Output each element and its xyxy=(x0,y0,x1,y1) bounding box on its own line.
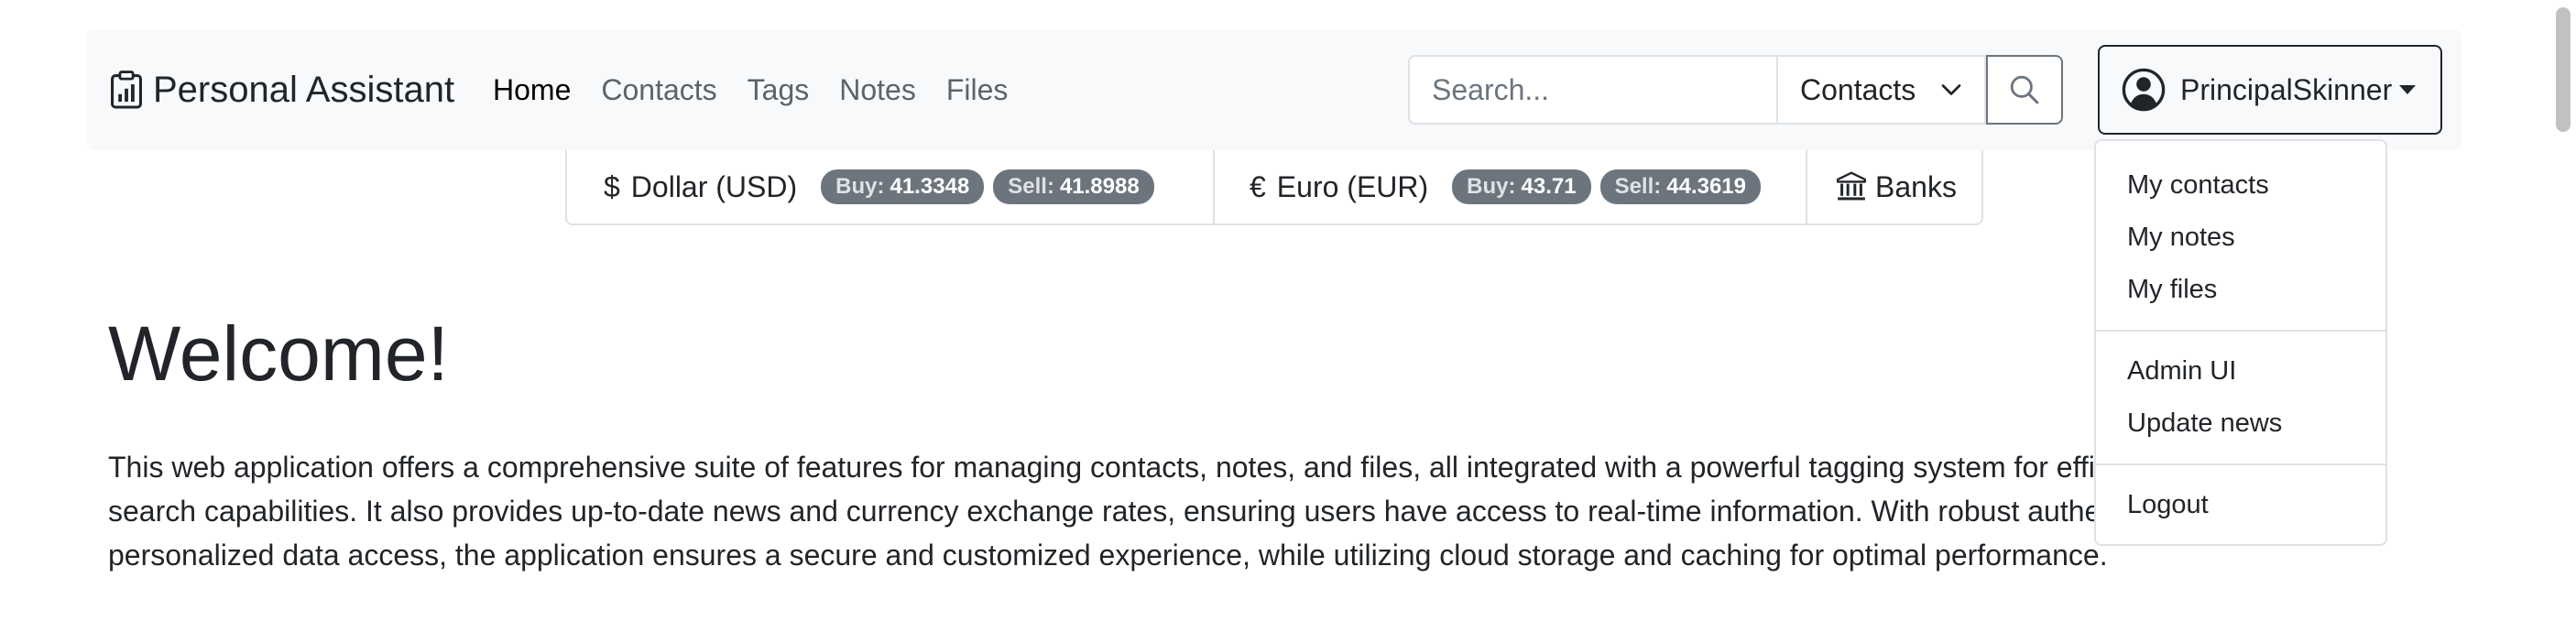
menu-item-my-files[interactable]: My files xyxy=(2096,264,2385,316)
sell-value: 41.8988 xyxy=(1059,174,1140,199)
banks-link[interactable]: Banks xyxy=(1806,150,1981,223)
brand[interactable]: Personal Assistant xyxy=(109,29,454,150)
bank-icon xyxy=(1836,171,1867,201)
buy-label: Buy: xyxy=(1467,174,1516,199)
menu-item-update-news[interactable]: Update news xyxy=(2096,398,2385,450)
buy-label: Buy: xyxy=(835,174,885,199)
sell-label: Sell: xyxy=(1614,174,1662,199)
username: PrincipalSkinner xyxy=(2180,72,2393,106)
brand-name: Personal Assistant xyxy=(153,69,455,110)
buy-value: 43.71 xyxy=(1521,174,1577,199)
navbar: Personal Assistant Home Contacts Tags No… xyxy=(87,29,2461,150)
banks-label: Banks xyxy=(1875,169,1957,203)
user-menu-button[interactable]: PrincipalSkinner xyxy=(2098,45,2442,135)
sell-value: 44.3619 xyxy=(1666,174,1747,199)
nav-item-tags[interactable]: Tags xyxy=(748,73,810,107)
menu-item-admin-ui[interactable]: Admin UI xyxy=(2096,345,2385,398)
search-icon xyxy=(2010,75,2039,104)
menu-item-my-contacts[interactable]: My contacts xyxy=(2096,159,2385,212)
search-scope-select[interactable]: Contacts xyxy=(1776,55,1986,125)
search-scope-value: Contacts xyxy=(1800,72,1916,106)
nav-item-home[interactable]: Home xyxy=(493,73,571,107)
currency-usd: $ Dollar (USD) Buy: 41.3348 Sell: 41.898… xyxy=(567,150,1213,223)
buy-value: 41.3348 xyxy=(890,174,970,199)
menu-divider xyxy=(2096,330,2385,332)
currency-eur: € Euro (EUR) Buy: 43.71 Sell: 44.3619 xyxy=(1213,150,1806,223)
nav-item-files[interactable]: Files xyxy=(946,73,1009,107)
main-nav: Home Contacts Tags Notes Files xyxy=(493,29,1038,150)
clipboard-chart-icon xyxy=(111,71,142,109)
scrollbar-thumb[interactable] xyxy=(2556,7,2571,132)
menu-item-my-notes[interactable]: My notes xyxy=(2096,212,2385,264)
sell-rate-badge: Sell: 41.8988 xyxy=(993,169,1154,204)
currency-name: Dollar (USD) xyxy=(630,169,798,203)
euro-icon: € xyxy=(1250,169,1266,203)
menu-divider xyxy=(2096,463,2385,465)
sell-label: Sell: xyxy=(1008,174,1054,199)
buy-rate-badge: Buy: 41.3348 xyxy=(821,169,985,204)
currency-bar: $ Dollar (USD) Buy: 41.3348 Sell: 41.898… xyxy=(565,150,1983,225)
search-input[interactable] xyxy=(1408,55,1776,125)
sell-rate-badge: Sell: 44.3619 xyxy=(1599,169,1762,204)
user-dropdown-menu: My contacts My notes My files Admin UI U… xyxy=(2094,139,2387,546)
page-title: Welcome! xyxy=(108,310,449,397)
nav-item-contacts[interactable]: Contacts xyxy=(601,73,716,107)
dollar-icon: $ xyxy=(604,169,620,203)
buy-rate-badge: Buy: 43.71 xyxy=(1452,169,1591,204)
chevron-down-icon xyxy=(1941,84,1961,95)
caret-down-icon xyxy=(2399,85,2417,94)
search-form: Contacts xyxy=(1408,55,2063,125)
menu-item-logout[interactable]: Logout xyxy=(2096,479,2385,531)
person-circle-icon xyxy=(2122,68,2166,112)
page-description: This web application offers a comprehens… xyxy=(108,451,2382,572)
currency-name: Euro (EUR) xyxy=(1276,169,1429,203)
search-button[interactable] xyxy=(1986,55,2063,125)
nav-item-notes[interactable]: Notes xyxy=(839,73,916,107)
